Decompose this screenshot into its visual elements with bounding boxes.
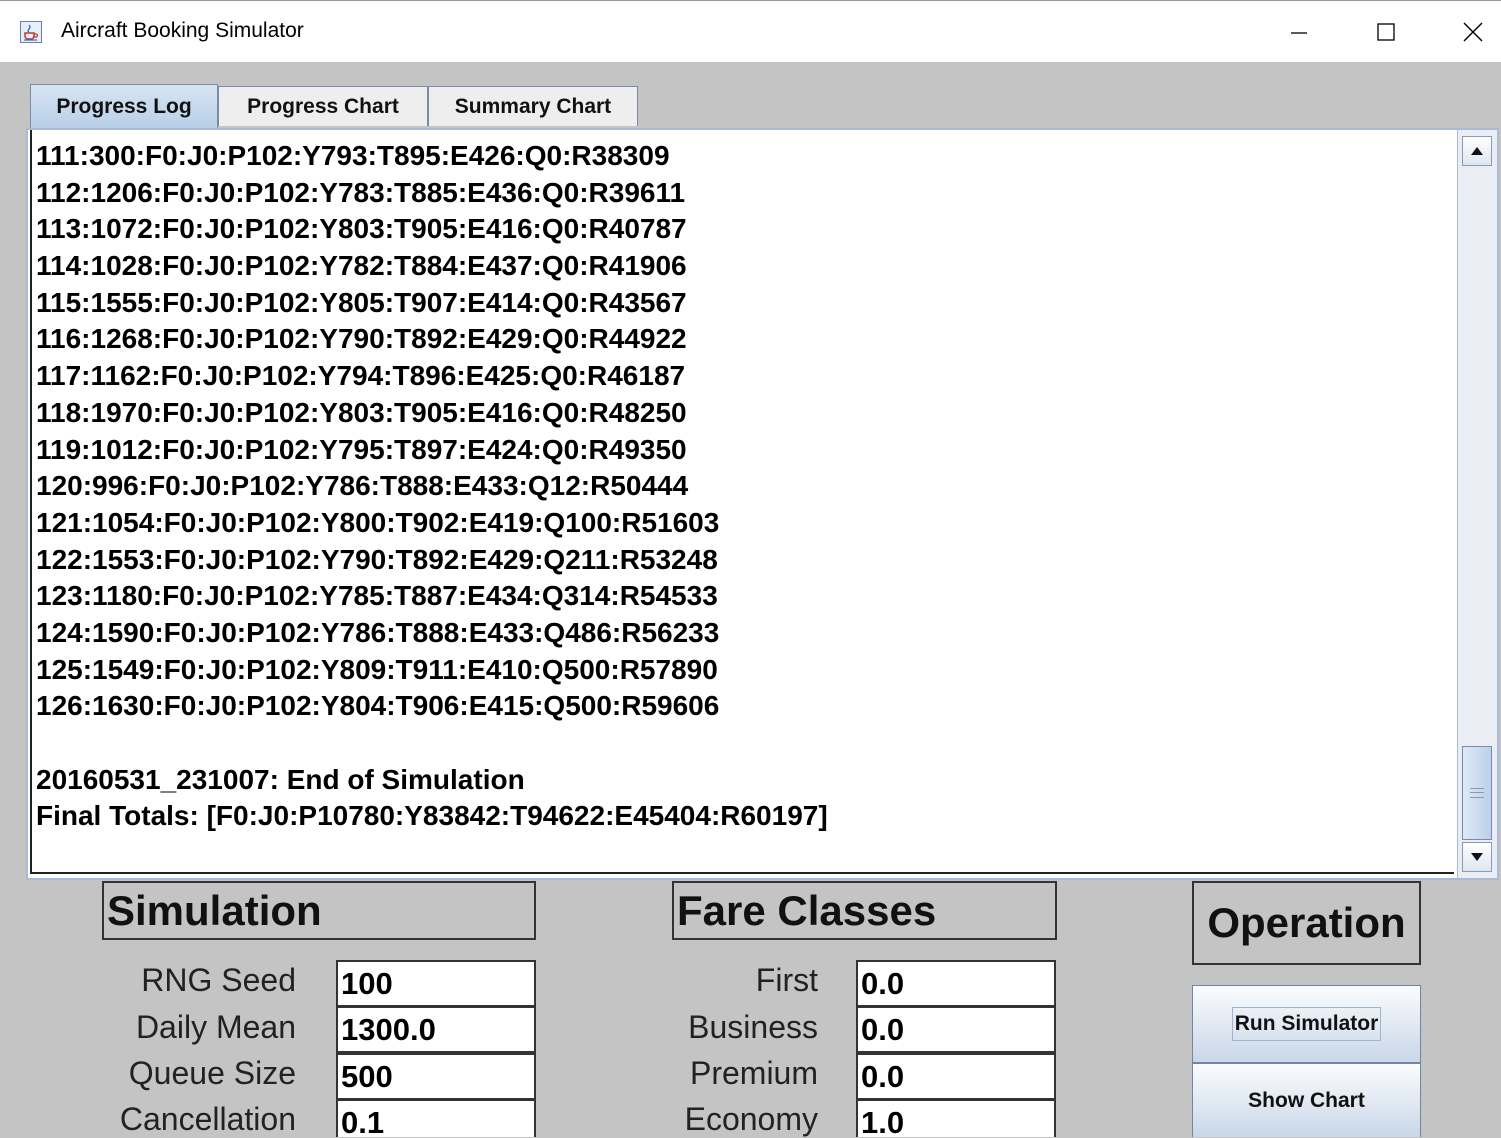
log-line: 111:300:F0:J0:P102:Y793:T895:E426:Q0:R38… xyxy=(36,140,670,171)
log-line: 119:1012:F0:J0:P102:Y795:T897:E424:Q0:R4… xyxy=(36,433,687,465)
first-input[interactable]: 0.0 xyxy=(856,960,1056,1007)
economy-label: Economy xyxy=(684,1101,818,1137)
log-scrollbar[interactable] xyxy=(1457,130,1497,878)
cancellation-input[interactable]: 0.1 xyxy=(336,1099,536,1137)
minimize-button[interactable] xyxy=(1254,1,1344,63)
tab-progress-chart[interactable]: Progress Chart xyxy=(218,86,428,126)
queue-size-label: Queue Size xyxy=(128,1055,296,1091)
log-line: 122:1553:F0:J0:P102:Y790:T892:E429:Q211:… xyxy=(36,543,718,575)
log-line: 126:1630:F0:J0:P102:Y804:T906:E415:Q500:… xyxy=(36,690,720,722)
log-line: 118:1970:F0:J0:P102:Y803:T905:E416:Q0:R4… xyxy=(36,396,687,428)
arrow-down-icon xyxy=(1471,853,1483,861)
premium-label: Premium xyxy=(689,1055,818,1091)
fare-classes-heading: Fare Classes xyxy=(672,881,1057,940)
premium-input[interactable]: 0.0 xyxy=(856,1053,1056,1100)
log-line: 112:1206:F0:J0:P102:Y783:T885:E436:Q0:R3… xyxy=(36,176,686,208)
first-label: First xyxy=(755,962,818,998)
log-line: 113:1072:F0:J0:P102:Y803:T905:E416:Q0:R4… xyxy=(36,213,687,245)
log-line: 117:1162:F0:J0:P102:Y794:T896:E425:Q0:R4… xyxy=(36,360,686,392)
window-title: Aircraft Booking Simulator xyxy=(61,19,304,42)
log-line: 115:1555:F0:J0:P102:Y805:T907:E414:Q0:R4… xyxy=(36,286,687,318)
log-line: 124:1590:F0:J0:P102:Y786:T888:E433:Q486:… xyxy=(36,616,720,648)
cancellation-label: Cancellation xyxy=(119,1101,296,1137)
daily-mean-input[interactable]: 1300.0 xyxy=(336,1006,536,1053)
rng-seed-input[interactable]: 100 xyxy=(336,960,536,1007)
title-bar: Aircraft Booking Simulator xyxy=(0,0,1501,62)
operation-heading: Operation xyxy=(1192,881,1421,965)
close-icon xyxy=(1463,22,1483,42)
run-simulator-button[interactable]: Run Simulator xyxy=(1192,985,1421,1063)
show-chart-label: Show Chart xyxy=(1248,1088,1365,1112)
minimize-icon xyxy=(1291,32,1307,34)
grip-icon xyxy=(1470,788,1484,798)
scroll-thumb[interactable] xyxy=(1462,746,1492,840)
business-input[interactable]: 0.0 xyxy=(856,1006,1056,1053)
progress-log-panel: 111:300:F0:J0:P102:Y793:T895:E426:Q0:R38… xyxy=(26,128,1499,880)
scroll-up-button[interactable] xyxy=(1462,136,1492,166)
queue-size-input[interactable]: 500 xyxy=(336,1053,536,1100)
arrow-up-icon xyxy=(1471,147,1483,155)
rng-seed-label: RNG Seed xyxy=(141,962,296,998)
log-text-area[interactable]: 111:300:F0:J0:P102:Y793:T895:E426:Q0:R38… xyxy=(30,130,1454,874)
log-line: 121:1054:F0:J0:P102:Y800:T902:E419:Q100:… xyxy=(36,506,720,538)
log-line: 125:1549:F0:J0:P102:Y809:T911:E410:Q500:… xyxy=(36,653,718,685)
business-label: Business xyxy=(688,1009,818,1045)
maximize-icon xyxy=(1377,23,1395,41)
log-line: 116:1268:F0:J0:P102:Y790:T892:E429:Q0:R4… xyxy=(36,323,687,355)
java-cup-icon xyxy=(20,21,42,43)
scroll-down-button[interactable] xyxy=(1462,842,1492,872)
log-end-line: 20160531_231007: End of Simulation xyxy=(36,763,525,795)
log-line: 120:996:F0:J0:P102:Y786:T888:E433:Q12:R5… xyxy=(36,470,689,502)
close-button[interactable] xyxy=(1428,1,1501,63)
daily-mean-label: Daily Mean xyxy=(135,1009,296,1045)
tab-summary-chart[interactable]: Summary Chart xyxy=(428,86,638,126)
log-final-totals: Final Totals: [F0:J0:P10780:Y83842:T9462… xyxy=(36,800,828,832)
show-chart-button[interactable]: Show Chart xyxy=(1192,1063,1421,1137)
log-line: 114:1028:F0:J0:P102:Y782:T884:E437:Q0:R4… xyxy=(36,250,687,282)
log-line: 123:1180:F0:J0:P102:Y785:T887:E434:Q314:… xyxy=(36,580,718,612)
run-simulator-label: Run Simulator xyxy=(1231,1007,1382,1041)
economy-input[interactable]: 1.0 xyxy=(856,1099,1056,1137)
simulation-heading: Simulation xyxy=(102,881,536,940)
tab-progress-log[interactable]: Progress Log xyxy=(30,84,218,129)
maximize-button[interactable] xyxy=(1341,1,1431,63)
